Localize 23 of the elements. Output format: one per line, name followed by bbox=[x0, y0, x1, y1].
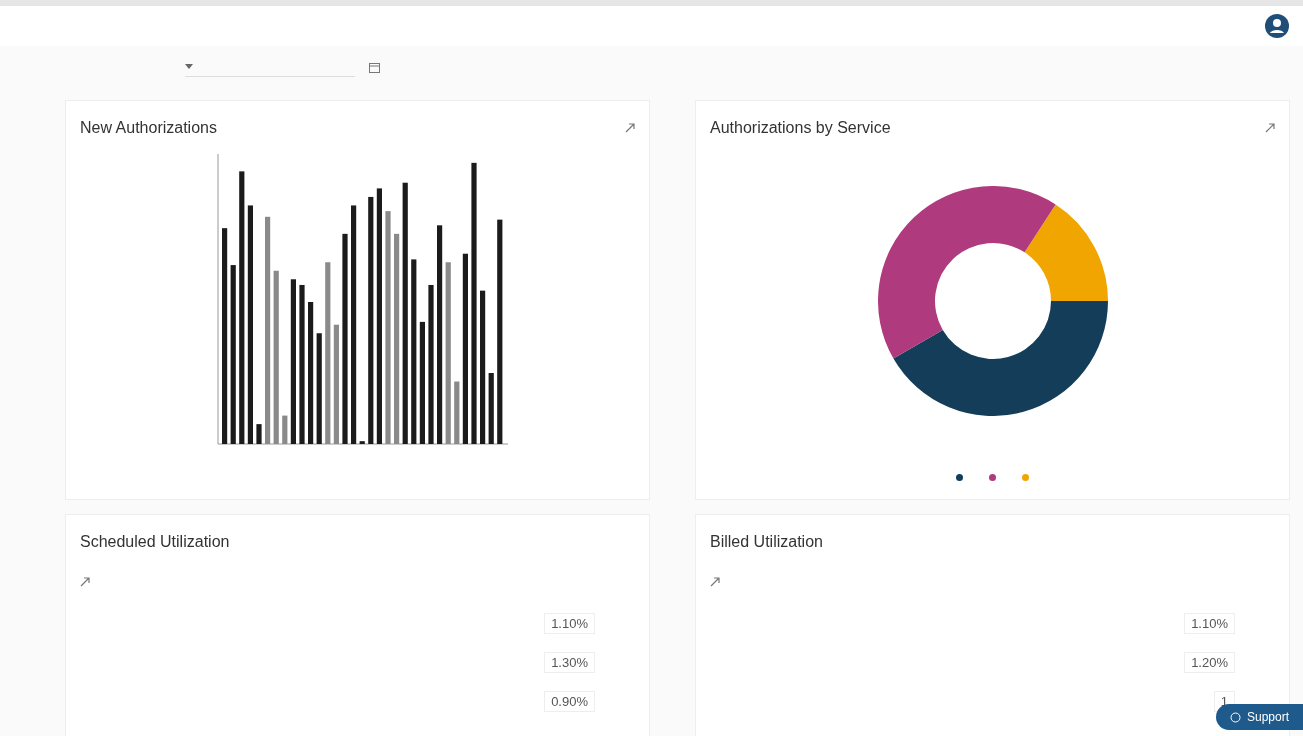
chart-bar bbox=[281, 415, 287, 444]
percentage-value: 1.30% bbox=[544, 652, 595, 673]
percentage-value: 1.10% bbox=[1184, 613, 1235, 634]
card-title: Scheduled Utilization bbox=[80, 533, 230, 551]
user-avatar-icon[interactable] bbox=[1265, 14, 1289, 38]
card-title: Billed Utilization bbox=[710, 533, 823, 551]
chart-bar bbox=[488, 373, 494, 444]
percentage-value: 1.20% bbox=[1184, 652, 1235, 673]
expand-icon[interactable] bbox=[710, 577, 720, 587]
help-icon bbox=[1229, 711, 1241, 723]
card-title: New Authorizations bbox=[80, 119, 217, 137]
percentage-value: 1.10% bbox=[544, 613, 595, 634]
expand-icon[interactable] bbox=[80, 577, 90, 587]
percentage-value: 0.90% bbox=[544, 691, 595, 712]
card-title: Authorizations by Service bbox=[710, 119, 891, 137]
caret-icon bbox=[185, 64, 193, 69]
expand-icon[interactable] bbox=[1265, 123, 1275, 133]
chart-bar bbox=[255, 424, 262, 444]
support-button[interactable]: Support bbox=[1215, 704, 1303, 730]
chart-bar bbox=[453, 381, 459, 444]
chart-bar bbox=[359, 441, 365, 444]
expand-icon[interactable] bbox=[625, 123, 635, 133]
calendar-icon[interactable] bbox=[369, 61, 380, 73]
